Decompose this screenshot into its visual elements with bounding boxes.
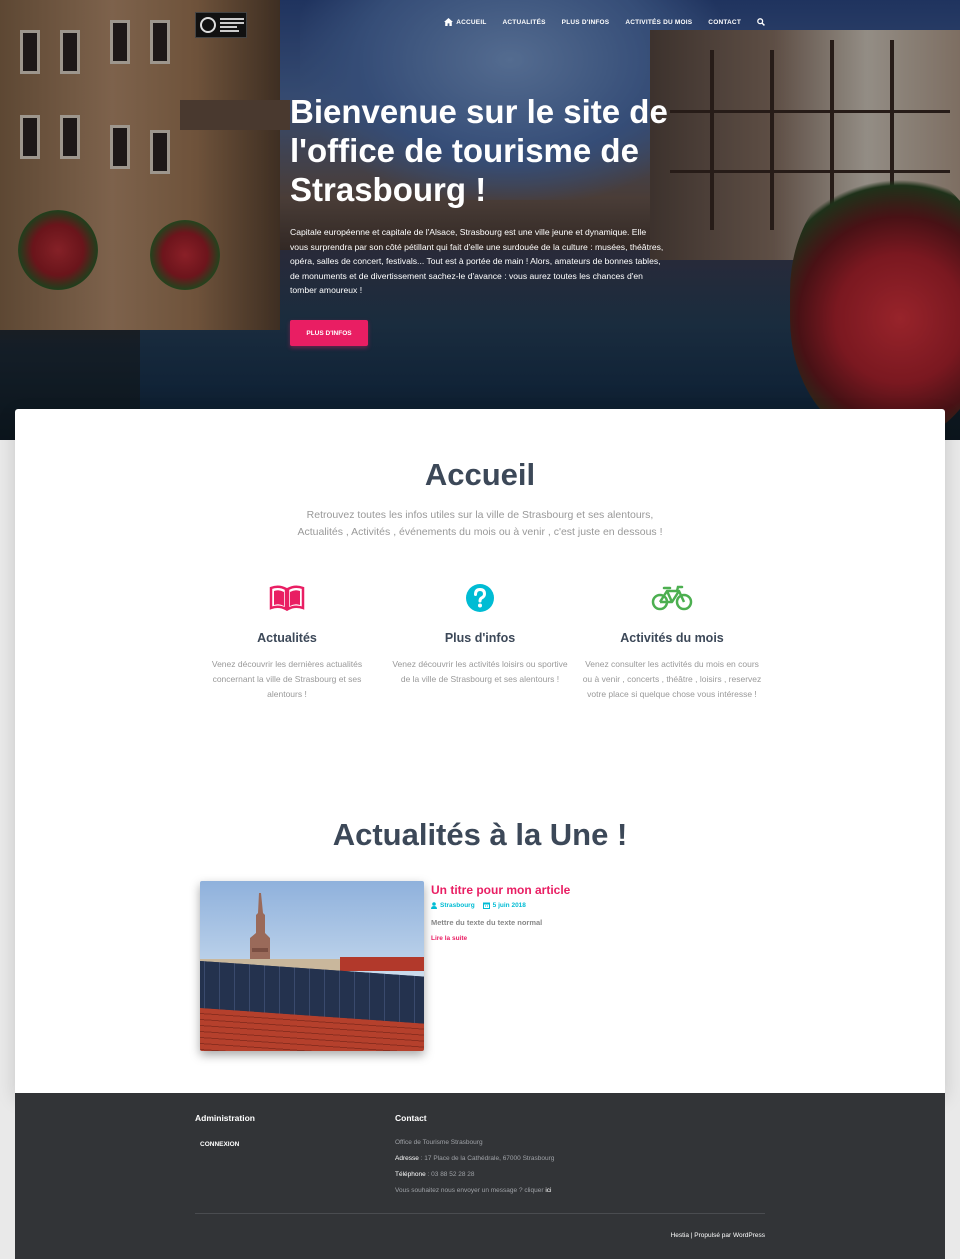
- footer-admin-title: Administration: [195, 1113, 255, 1123]
- nav-item-contact[interactable]: CONTACT: [708, 19, 741, 26]
- article-date[interactable]: 5 juin 2018: [482, 902, 526, 909]
- nav-item-accueil[interactable]: ACCUEIL: [444, 18, 486, 26]
- nav-item-actualites[interactable]: ACTUALITÉS: [503, 19, 546, 26]
- contact-address-label: Adresse: [395, 1155, 419, 1162]
- contact-phone-label: Téléphone: [395, 1171, 426, 1178]
- nav-item-label: ACTIVITÉS DU MOIS: [625, 18, 693, 26]
- main-menu: ACCUEIL ACTUALITÉS PLUS D'INFOS ACTIVITÉ…: [444, 18, 765, 26]
- nav-item-label: PLUS D'INFOS: [561, 18, 610, 26]
- feature-text: Venez découvrir les dernières actualités…: [211, 659, 363, 699]
- article-thumbnail[interactable]: [200, 881, 424, 1051]
- contact-message: Vous souhaitez nous envoyer un message ?…: [395, 1183, 554, 1199]
- accueil-subtitle: Retrouvez toutes les infos utiles sur la…: [15, 507, 945, 541]
- feature-title: Plus d'infos: [444, 631, 516, 645]
- article-author[interactable]: Strasbourg: [431, 902, 475, 909]
- feature-actualites: Actualités Venez découvrir les dernières…: [197, 581, 377, 702]
- article-date-text: 5 juin 2018: [492, 902, 526, 909]
- hero-content: Bienvenue sur le site de l'office de tou…: [290, 92, 680, 298]
- accueil-subtitle-line: Actualités , Activités , événements du m…: [297, 526, 663, 538]
- contact-message-link[interactable]: ici: [545, 1187, 551, 1194]
- contact-address-value: : 17 Place de la Cathédrale, 67000 Stras…: [418, 1155, 555, 1162]
- news-title: Actualités à la Une !: [332, 817, 628, 852]
- nav-item-label: ACTUALITÉS: [502, 18, 546, 26]
- search-icon: [757, 18, 765, 26]
- book-icon: [269, 585, 305, 611]
- main-content-card: Accueil Retrouvez toutes les infos utile…: [15, 409, 945, 1093]
- top-navbar: ACCUEIL ACTUALITÉS PLUS D'INFOS ACTIVITÉ…: [0, 0, 960, 50]
- nav-item-label: CONTACT: [708, 18, 741, 26]
- calendar-icon: [482, 902, 490, 909]
- footer-copyright: Hestia | Propulsé par WordPress: [195, 1232, 765, 1239]
- contact-message-text: Vous souhaitez nous envoyer un message ?…: [395, 1187, 546, 1194]
- feature-title: Activités du mois: [620, 631, 724, 645]
- feature-plus-infos: Plus d'infos Venez découvrir les activit…: [390, 581, 570, 687]
- article-excerpt: Mettre du texte du texte normal: [431, 918, 543, 927]
- nav-item-label: ACCUEIL: [456, 18, 487, 26]
- hestia-link[interactable]: Hestia: [671, 1232, 689, 1239]
- read-more-link[interactable]: Lire la suite: [431, 935, 691, 942]
- nav-item-plus-infos[interactable]: PLUS D'INFOS: [562, 19, 610, 26]
- login-link[interactable]: CONNEXION: [200, 1141, 239, 1148]
- contact-phone: Téléphone : 03 88 52 28 28: [395, 1167, 554, 1183]
- search-button[interactable]: [757, 18, 765, 26]
- site-logo[interactable]: [195, 12, 247, 38]
- hero-description: Capitale européenne et capitale de l'Als…: [290, 227, 664, 295]
- article-body: Un titre pour mon article Strasbourg 5 j…: [431, 883, 691, 942]
- nav-item-activites[interactable]: ACTIVITÉS DU MOIS: [625, 19, 692, 26]
- site-footer: Administration CONNEXION Contact Office …: [15, 1093, 945, 1259]
- hero-title: Bienvenue sur le site de l'office de tou…: [290, 93, 668, 208]
- feature-text: Venez découvrir les activités loisirs ou…: [392, 659, 568, 684]
- contact-address: Adresse : 17 Place de la Cathédrale, 670…: [395, 1151, 554, 1167]
- article-title-link[interactable]: Un titre pour mon article: [431, 883, 691, 897]
- footer-contact-info: Office de Tourisme Strasbourg Adresse : …: [395, 1135, 554, 1199]
- hero-more-info-button[interactable]: PLUS D'INFOS: [290, 320, 368, 346]
- question-icon: [466, 584, 494, 612]
- feature-text: Venez consulter les activités du mois en…: [582, 659, 762, 699]
- article-author-name: Strasbourg: [440, 902, 475, 909]
- contact-org: Office de Tourisme Strasbourg: [395, 1139, 483, 1146]
- contact-phone-value: : 03 88 52 28 28: [425, 1171, 475, 1178]
- accueil-title: Accueil: [424, 457, 536, 492]
- user-icon: [431, 902, 437, 909]
- feature-activites-mois: Activités du mois Venez consulter les ac…: [582, 581, 762, 702]
- footer-divider: [195, 1213, 765, 1214]
- hero-section: ACCUEIL ACTUALITÉS PLUS D'INFOS ACTIVITÉ…: [0, 0, 960, 440]
- home-icon: [444, 18, 454, 26]
- article-meta: Strasbourg 5 juin 2018: [431, 902, 691, 909]
- copyright-text: | Propulsé par WordPress: [689, 1232, 765, 1239]
- feature-title: Actualités: [257, 631, 317, 645]
- accueil-subtitle-line: Retrouvez toutes les infos utiles sur la…: [306, 509, 654, 521]
- bicycle-icon: [651, 585, 693, 611]
- footer-contact-title: Contact: [395, 1113, 427, 1123]
